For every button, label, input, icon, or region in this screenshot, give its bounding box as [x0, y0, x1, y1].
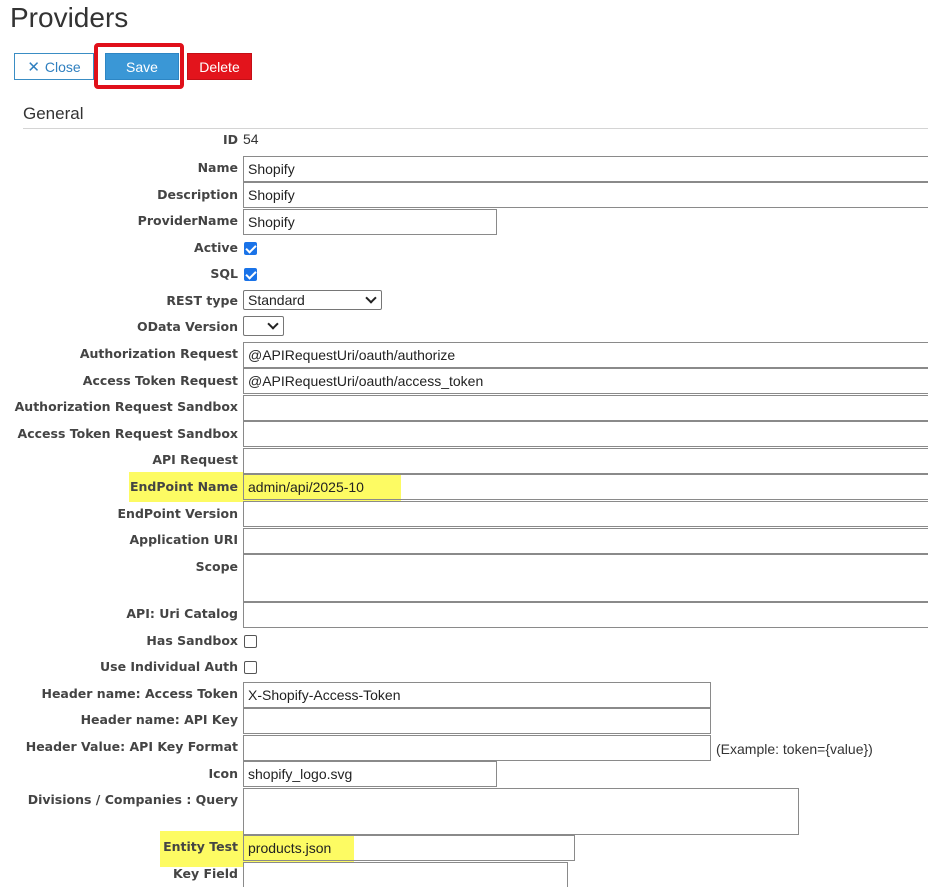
header-value-api-key-format-label: Header Value: API Key Format	[25, 739, 238, 754]
header-value-api-key-format-input[interactable]	[243, 735, 711, 761]
sql-checkbox[interactable]	[244, 268, 257, 281]
active-checkbox[interactable]	[244, 242, 257, 255]
application-uri-label: Application URI	[129, 532, 238, 547]
icon-input[interactable]: shopify_logo.svg	[243, 761, 497, 787]
divisions-companies-query-textarea[interactable]	[243, 788, 799, 835]
id-label: ID	[222, 132, 238, 147]
header-name-access-token-label: Header name: Access Token	[41, 686, 238, 701]
has-sandbox-checkbox[interactable]	[244, 635, 257, 648]
endpoint-version-label: EndPoint Version	[117, 506, 239, 521]
access-token-request-sandbox-label: Access Token Request Sandbox	[17, 426, 238, 441]
access-token-request-sandbox-input[interactable]	[243, 421, 928, 447]
header-name-access-token-input[interactable]: X-Shopify-Access-Token	[243, 682, 711, 708]
endpoint-version-input[interactable]	[243, 501, 928, 527]
entity-test-input[interactable]: products.json	[243, 835, 575, 861]
api-uri-catalog-input[interactable]	[243, 602, 928, 628]
api-request-label: API Request	[152, 452, 238, 467]
name-label: Name	[197, 160, 238, 175]
authorization-request-sandbox-label: Authorization Request Sandbox	[14, 399, 238, 414]
api-uri-catalog-label: API: Uri Catalog	[126, 606, 238, 621]
close-button-label: Close	[44, 58, 81, 75]
section-divider	[23, 128, 928, 129]
sql-label: SQL	[210, 266, 238, 281]
use-individual-auth-checkbox[interactable]	[244, 661, 257, 674]
close-button[interactable]: ✕ Close	[14, 53, 94, 80]
authorization-request-label: Authorization Request	[79, 346, 238, 361]
key-field-input[interactable]	[243, 862, 568, 887]
authorization-request-sandbox-input[interactable]	[243, 395, 928, 421]
access-token-request-input[interactable]: @APIRequestUri/oauth/access_token	[243, 368, 928, 394]
use-individual-auth-label: Use Individual Auth	[99, 659, 238, 674]
description-label: Description	[157, 187, 238, 202]
endpoint-name-input[interactable]: admin/api/2025-10	[243, 474, 928, 500]
id-value: 54	[243, 131, 259, 147]
provider-name-label: ProviderName	[137, 213, 238, 228]
application-uri-input[interactable]	[243, 528, 928, 554]
api-request-input[interactable]	[243, 448, 928, 474]
rest-type-select[interactable]: Standard	[243, 290, 382, 310]
chevron-down-icon	[365, 292, 377, 304]
key-field-label: Key Field	[173, 866, 238, 881]
rest-type-value: Standard	[248, 292, 305, 308]
divisions-companies-query-label: Divisions / Companies : Query	[27, 792, 238, 807]
delete-button[interactable]: Delete	[187, 53, 252, 80]
active-label: Active	[194, 240, 238, 255]
chevron-down-icon	[267, 318, 279, 330]
has-sandbox-label: Has Sandbox	[146, 633, 238, 648]
api-key-format-hint: (Example: token={value})	[716, 741, 873, 757]
save-button[interactable]: Save	[105, 53, 179, 80]
header-name-api-key-input[interactable]	[243, 708, 711, 734]
scope-label: Scope	[195, 559, 238, 574]
close-x-icon: ✕	[27, 58, 40, 76]
odata-version-select[interactable]	[243, 316, 284, 336]
name-input[interactable]: Shopify	[243, 156, 928, 182]
entity-test-label: Entity Test	[163, 839, 238, 854]
page-title: Providers	[10, 2, 129, 33]
authorization-request-input[interactable]: @APIRequestUri/oauth/authorize	[243, 342, 928, 368]
access-token-request-label: Access Token Request	[82, 373, 238, 388]
icon-label: Icon	[208, 766, 238, 781]
provider-name-input[interactable]: Shopify	[243, 209, 497, 235]
scope-textarea[interactable]	[243, 554, 928, 602]
header-name-api-key-label: Header name: API Key	[80, 712, 238, 727]
section-title: General	[23, 104, 84, 123]
rest-type-label: REST type	[166, 293, 238, 308]
description-input[interactable]: Shopify	[243, 182, 928, 208]
odata-version-label: OData Version	[136, 319, 238, 334]
endpoint-name-label: EndPoint Name	[129, 479, 238, 494]
